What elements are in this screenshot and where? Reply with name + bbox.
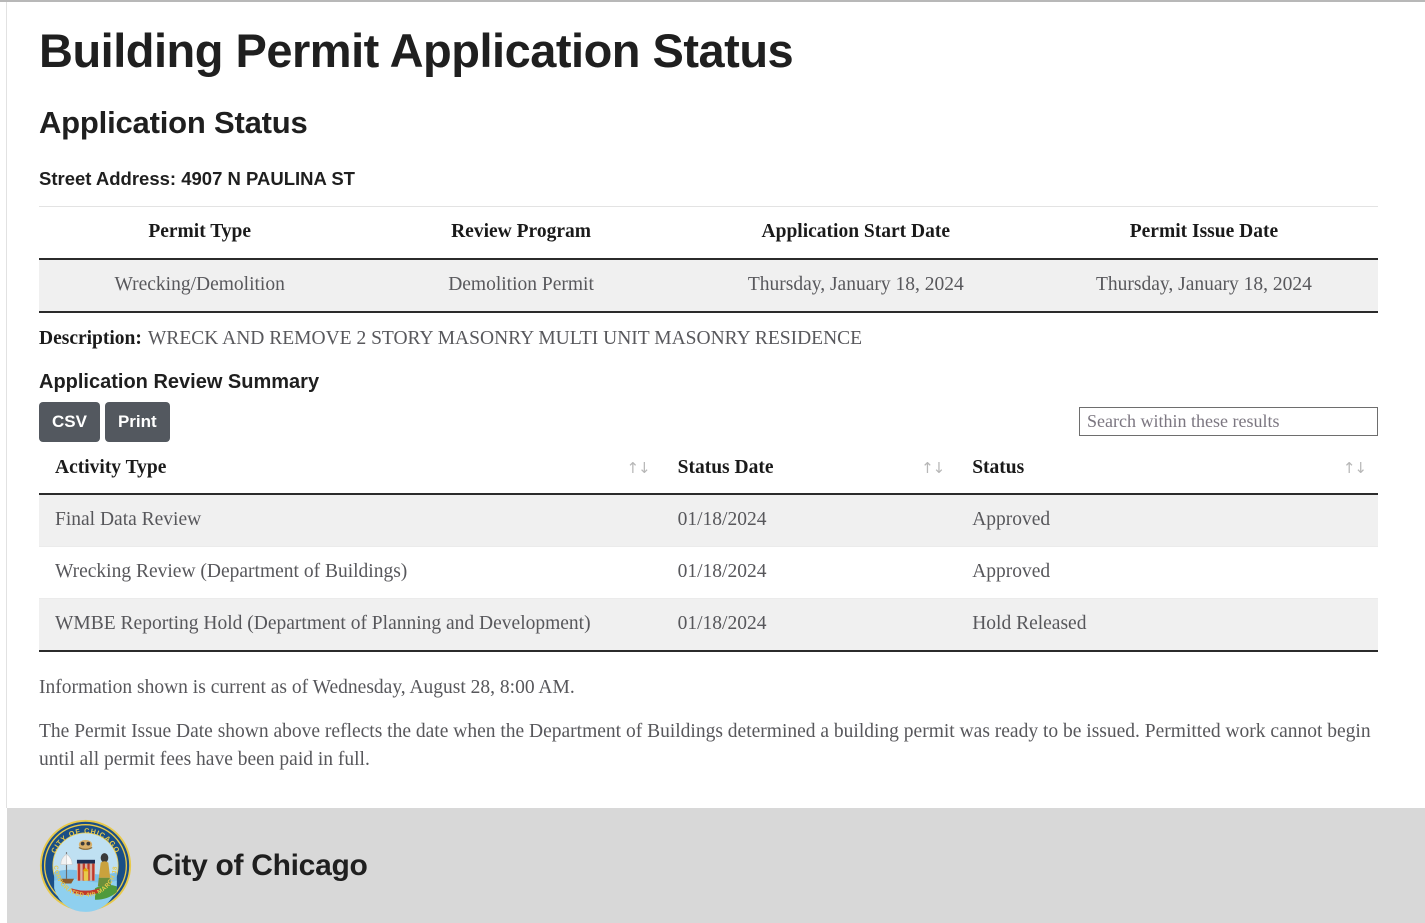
permit-header-permit-issue-date: Permit Issue Date: [1029, 206, 1378, 261]
city-of-chicago-seal-icon: CITY OF CHICAGO INCORPORATED 4th MARCH 1…: [36, 813, 133, 913]
permit-table-header-row: Permit Type Review Program Application S…: [39, 206, 1378, 261]
review-header-status-date[interactable]: Status Date ↑↓: [661, 443, 957, 495]
description-text: WRECK AND REMOVE 2 STORY MASONRY MULTI U…: [147, 328, 863, 350]
review-header-status-label: Status: [972, 456, 1025, 478]
site-footer: CITY OF CHICAGO INCORPORATED 4th MARCH 1…: [7, 808, 1425, 923]
sort-arrows-icon[interactable]: ↑↓: [1343, 459, 1367, 477]
csv-button[interactable]: CSV: [39, 401, 100, 442]
review-table-header-row: Activity Type ↑↓ Status Date ↑↓ Status ↑…: [39, 443, 1378, 495]
table-row: Wrecking Review (Department of Buildings…: [39, 546, 1378, 599]
permit-cell-permit-issue-date: Thursday, January 18, 2024: [1029, 259, 1378, 314]
review-table-head: Activity Type ↑↓ Status Date ↑↓ Status ↑…: [39, 443, 1378, 495]
review-header-status-date-label: Status Date: [677, 456, 774, 478]
permit-table-head: Permit Type Review Program Application S…: [39, 206, 1378, 261]
section-title-application-review-summary: Application Review Summary: [39, 370, 320, 393]
description-label: Description:: [39, 328, 142, 350]
section-title-application-status: Application Status: [39, 105, 308, 141]
review-header-status[interactable]: Status ↑↓: [956, 443, 1378, 495]
search-input[interactable]: [1079, 407, 1378, 437]
permit-header-permit-type: Permit Type: [39, 206, 361, 261]
review-header-activity-type-label: Activity Type: [55, 456, 167, 478]
application-review-table: Activity Type ↑↓ Status Date ↑↓ Status ↑…: [39, 443, 1378, 652]
description-line: Description: WRECK AND REMOVE 2 STORY MAS…: [39, 313, 1378, 351]
permit-summary-table: Permit Type Review Program Application S…: [39, 206, 1378, 314]
footer-city-name: City of Chicago: [152, 848, 368, 882]
permit-header-review-program: Review Program: [360, 206, 682, 261]
search-container: [1079, 407, 1378, 437]
page-content: Building Permit Application Status Appli…: [7, 2, 1425, 808]
table-row: WMBE Reporting Hold (Department of Plann…: [39, 598, 1378, 652]
table-row: Final Data Review 01/18/2024 Approved: [39, 493, 1378, 547]
permit-cell-application-start-date: Thursday, January 18, 2024: [681, 259, 1030, 314]
permit-table-body: Wrecking/Demolition Demolition Permit Th…: [39, 259, 1378, 314]
review-cell-status: Approved: [956, 493, 1378, 547]
table-row: Wrecking/Demolition Demolition Permit Th…: [39, 259, 1378, 314]
review-header-activity-type[interactable]: Activity Type ↑↓: [39, 443, 662, 495]
review-cell-activity-type: Wrecking Review (Department of Buildings…: [39, 546, 662, 599]
review-cell-status-date: 01/18/2024: [661, 493, 957, 547]
review-cell-activity-type: WMBE Reporting Hold (Department of Plann…: [39, 598, 662, 652]
review-cell-status: Hold Released: [956, 598, 1378, 652]
review-summary-toolbar: CSV Print: [39, 401, 1378, 442]
print-button[interactable]: Print: [104, 401, 170, 442]
review-cell-status-date: 01/18/2024: [661, 546, 957, 599]
review-cell-status: Approved: [956, 546, 1378, 599]
review-table-body: Final Data Review 01/18/2024 Approved Wr…: [39, 493, 1378, 652]
permit-cell-review-program: Demolition Permit: [360, 259, 682, 314]
note-current-as-of: Information shown is current as of Wedne…: [39, 676, 575, 698]
page-title: Building Permit Application Status: [39, 24, 794, 77]
review-cell-activity-type: Final Data Review: [39, 493, 662, 547]
permit-cell-permit-type: Wrecking/Demolition: [39, 259, 361, 314]
note-disclaimer: The Permit Issue Date shown above reflec…: [39, 721, 1371, 771]
street-address: Street Address: 4907 N PAULINA ST: [39, 168, 355, 190]
sort-arrows-icon[interactable]: ↑↓: [626, 459, 650, 477]
review-cell-status-date: 01/18/2024: [661, 598, 957, 652]
sort-arrows-icon[interactable]: ↑↓: [921, 459, 945, 477]
permit-header-application-start-date: Application Start Date: [681, 206, 1030, 261]
